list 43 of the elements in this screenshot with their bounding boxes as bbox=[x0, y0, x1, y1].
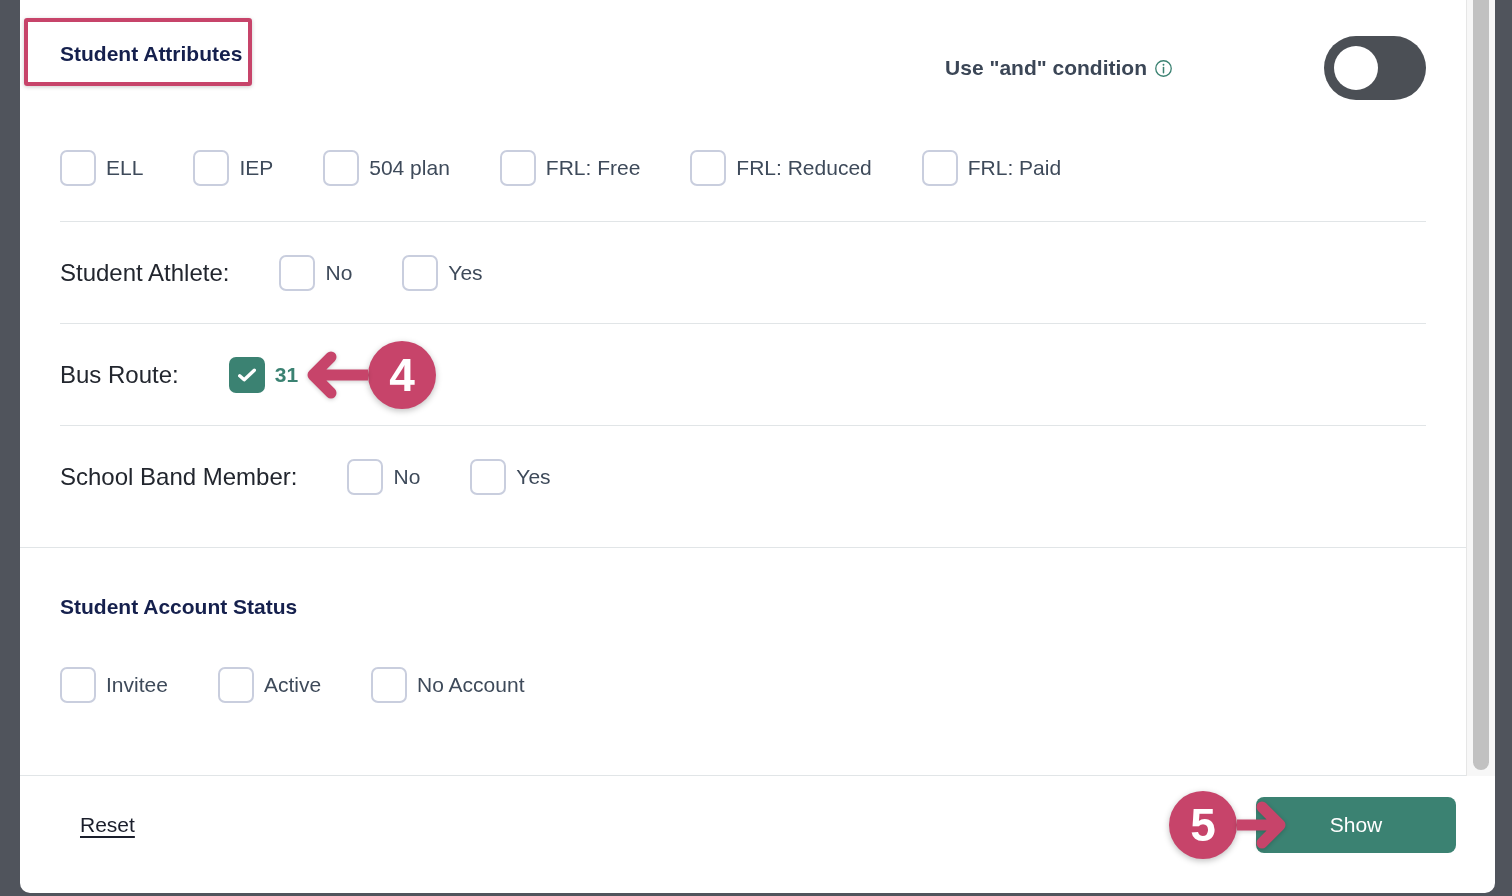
condition-label: Use "and" condition bbox=[945, 55, 1147, 82]
checkbox[interactable] bbox=[371, 667, 408, 703]
checkbox[interactable] bbox=[690, 150, 727, 186]
checkbox[interactable] bbox=[323, 150, 360, 186]
info-icon[interactable] bbox=[1155, 59, 1172, 77]
option-label[interactable]: FRL: Free bbox=[545, 152, 641, 184]
callout-arrow bbox=[1237, 801, 1287, 849]
row-label: Student Athlete: bbox=[60, 257, 230, 288]
checkbox[interactable] bbox=[60, 150, 96, 186]
checkbox[interactable] bbox=[402, 254, 439, 291]
checkbox[interactable] bbox=[921, 150, 958, 186]
step-number: 4 bbox=[368, 340, 437, 409]
checkbox[interactable] bbox=[499, 150, 536, 186]
option-label[interactable]: No bbox=[393, 460, 421, 493]
option-label[interactable]: Invitee bbox=[106, 669, 168, 701]
section-heading: Student Account Status bbox=[60, 594, 298, 620]
option-label[interactable]: 31 bbox=[274, 358, 299, 391]
option-label[interactable]: No bbox=[325, 256, 353, 289]
checkbox[interactable] bbox=[217, 667, 254, 703]
reset-link[interactable]: Reset bbox=[80, 797, 135, 853]
row-label: Bus Route: bbox=[60, 359, 179, 390]
checkbox[interactable] bbox=[60, 667, 96, 703]
option-label[interactable]: No Account bbox=[417, 669, 525, 701]
callout-arrow bbox=[306, 350, 369, 399]
step-number: 5 bbox=[1169, 791, 1237, 859]
option-label[interactable]: Yes bbox=[448, 256, 483, 289]
checkbox[interactable] bbox=[193, 150, 230, 186]
section-heading: Student Attributes bbox=[60, 41, 243, 67]
show-button[interactable]: Show bbox=[1256, 797, 1456, 853]
option-label[interactable]: FRL: Reduced bbox=[736, 152, 872, 184]
option-label[interactable]: 504 plan bbox=[369, 152, 450, 184]
checkbox[interactable] bbox=[470, 458, 507, 495]
check-icon bbox=[237, 367, 256, 382]
row-label: School Band Member: bbox=[60, 461, 298, 492]
option-label[interactable]: ELL bbox=[106, 152, 144, 184]
option-label[interactable]: IEP bbox=[239, 152, 274, 184]
option-label[interactable]: FRL: Paid bbox=[967, 152, 1062, 184]
checkbox[interactable] bbox=[347, 458, 384, 495]
checkbox[interactable] bbox=[279, 254, 316, 291]
option-label[interactable]: Active bbox=[263, 669, 322, 701]
option-label[interactable]: Yes bbox=[516, 460, 551, 493]
scrollbar-thumb[interactable] bbox=[1473, 0, 1489, 770]
checkbox[interactable] bbox=[228, 356, 265, 393]
